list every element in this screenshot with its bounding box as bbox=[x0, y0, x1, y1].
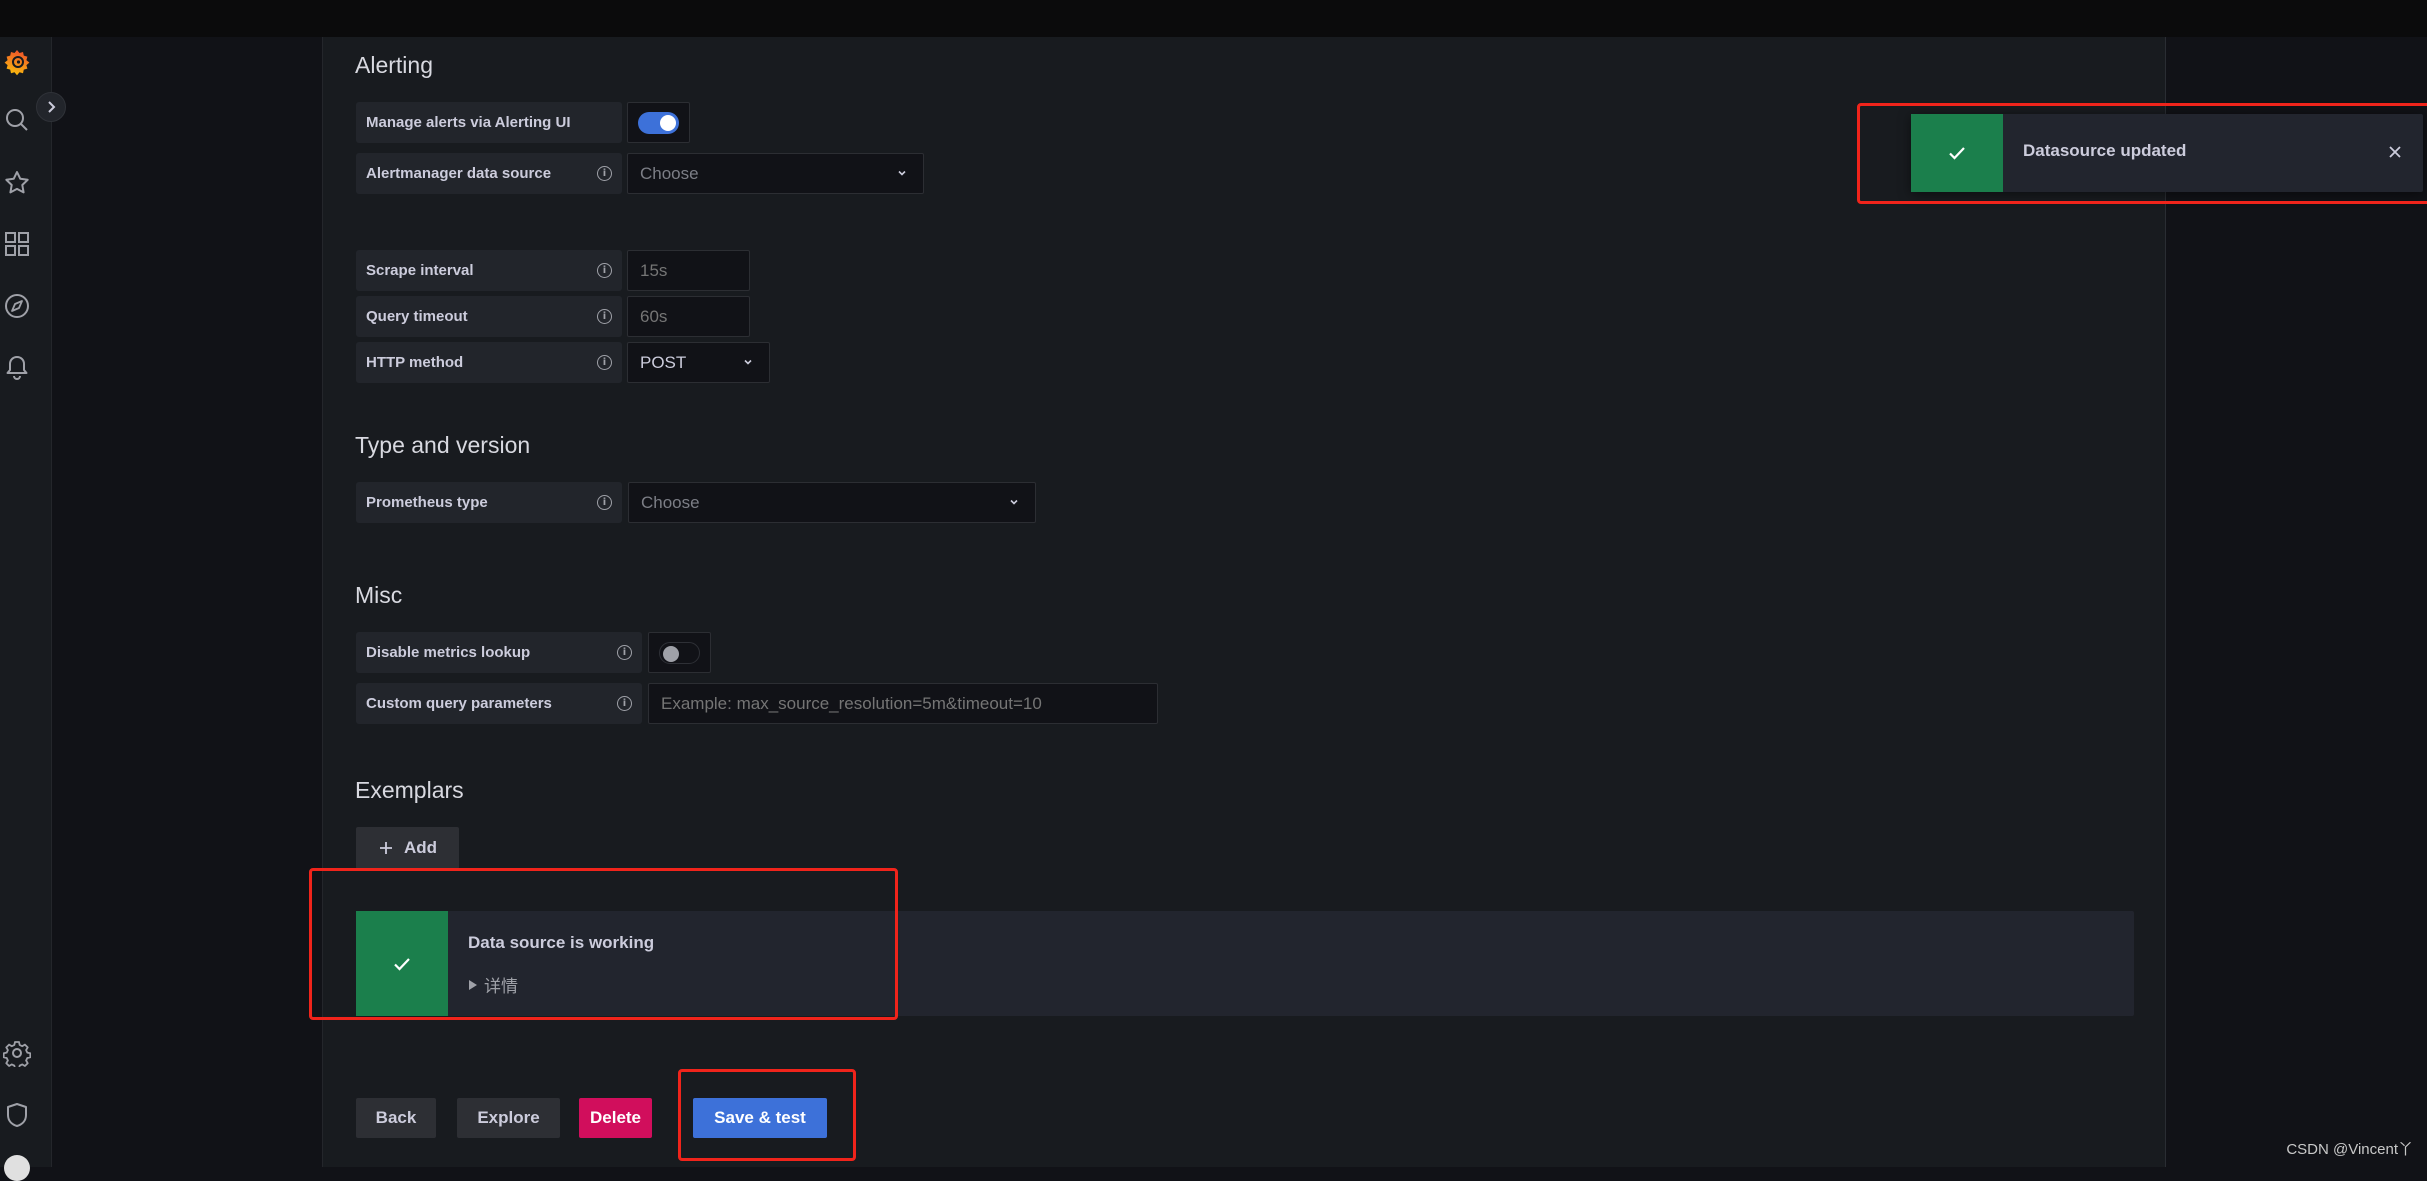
http-method-select[interactable]: POST bbox=[627, 342, 770, 383]
info-icon[interactable]: i bbox=[617, 696, 632, 711]
test-result-details-toggle[interactable]: 详情 bbox=[468, 972, 518, 997]
add-label: Add bbox=[404, 838, 437, 858]
info-icon[interactable]: i bbox=[597, 309, 612, 324]
watermark: CSDN @Vincent丫 bbox=[2286, 1138, 2413, 1159]
manage-alerts-label: Manage alerts via Alerting UI bbox=[356, 102, 622, 143]
http-method-value: POST bbox=[640, 353, 686, 373]
dashboards-icon[interactable] bbox=[2, 229, 32, 259]
alertmanager-label-text: Alertmanager data source bbox=[366, 165, 551, 182]
star-icon[interactable] bbox=[2, 168, 32, 198]
save-and-test-button[interactable]: Save & test bbox=[693, 1098, 827, 1138]
prometheus-type-label: Prometheus type i bbox=[356, 482, 622, 523]
info-icon[interactable]: i bbox=[597, 263, 612, 278]
toggle-knob bbox=[660, 115, 676, 131]
chevron-down-icon bbox=[895, 166, 909, 180]
add-exemplar-button[interactable]: Add bbox=[356, 827, 459, 869]
custom-query-parameters-label: Custom query parameters i bbox=[356, 683, 642, 724]
http-method-label: HTTP method i bbox=[356, 342, 622, 383]
alertmanager-datasource-label: Alertmanager data source i bbox=[356, 153, 622, 194]
check-icon bbox=[1946, 142, 1968, 164]
query-timeout-input[interactable] bbox=[627, 296, 750, 337]
info-icon[interactable]: i bbox=[597, 166, 612, 181]
select-placeholder: Choose bbox=[641, 493, 700, 513]
grafana-logo-icon[interactable] bbox=[2, 47, 32, 77]
test-result-alert: Data source is working 详情 bbox=[356, 911, 2134, 1016]
user-avatar[interactable] bbox=[4, 1155, 30, 1181]
alerting-heading: Alerting bbox=[355, 52, 433, 79]
toggle-switch-on[interactable] bbox=[638, 112, 679, 134]
explore-compass-icon[interactable] bbox=[2, 291, 32, 321]
chevron-right-icon bbox=[44, 100, 58, 114]
sidebar-expand-button[interactable] bbox=[36, 92, 66, 122]
close-icon bbox=[2387, 144, 2403, 160]
search-icon[interactable] bbox=[2, 105, 32, 135]
toast-notification: Datasource updated bbox=[1911, 114, 2423, 192]
details-label: 详情 bbox=[484, 972, 518, 997]
test-result-title: Data source is working bbox=[468, 933, 654, 953]
disable-metrics-lookup-label: Disable metrics lookup i bbox=[356, 632, 642, 673]
toggle-switch-off[interactable] bbox=[659, 642, 700, 664]
browser-top-bar bbox=[0, 0, 2427, 37]
http-method-label-text: HTTP method bbox=[366, 354, 463, 371]
toggle-knob bbox=[663, 646, 679, 662]
scrape-interval-input[interactable] bbox=[627, 250, 750, 291]
manage-alerts-toggle[interactable] bbox=[627, 102, 690, 143]
shield-icon[interactable] bbox=[2, 1100, 32, 1130]
sidebar bbox=[0, 37, 52, 1167]
type-version-heading: Type and version bbox=[355, 432, 530, 459]
disable-metrics-lookup-toggle[interactable] bbox=[648, 632, 711, 673]
toast-success-block bbox=[1911, 114, 2003, 192]
custom-query-label-text: Custom query parameters bbox=[366, 695, 552, 712]
prometheus-type-select[interactable]: Choose bbox=[628, 482, 1036, 523]
custom-query-parameters-input[interactable] bbox=[648, 683, 1158, 724]
plus-icon bbox=[378, 840, 394, 856]
toast-message: Datasource updated bbox=[2023, 141, 2186, 161]
manage-alerts-label-text: Manage alerts via Alerting UI bbox=[366, 114, 571, 131]
chevron-down-icon bbox=[1007, 495, 1021, 509]
chevron-down-icon bbox=[741, 355, 755, 369]
info-icon[interactable]: i bbox=[597, 495, 612, 510]
explore-button[interactable]: Explore bbox=[457, 1098, 560, 1138]
query-timeout-label-text: Query timeout bbox=[366, 308, 468, 325]
check-icon bbox=[391, 953, 413, 975]
alertmanager-datasource-select[interactable]: Choose bbox=[627, 153, 924, 194]
exemplars-heading: Exemplars bbox=[355, 777, 464, 804]
triangle-right-icon bbox=[468, 979, 478, 991]
success-status-block bbox=[356, 911, 448, 1016]
query-timeout-label: Query timeout i bbox=[356, 296, 622, 337]
delete-button[interactable]: Delete bbox=[579, 1098, 652, 1138]
scrape-interval-label-text: Scrape interval bbox=[366, 262, 474, 279]
back-button[interactable]: Back bbox=[356, 1098, 436, 1138]
gear-icon[interactable] bbox=[2, 1038, 32, 1068]
toast-close-button[interactable] bbox=[2383, 140, 2407, 164]
disable-metrics-label-text: Disable metrics lookup bbox=[366, 644, 530, 661]
bell-icon[interactable] bbox=[2, 353, 32, 383]
prometheus-type-label-text: Prometheus type bbox=[366, 494, 488, 511]
scrape-interval-label: Scrape interval i bbox=[356, 250, 622, 291]
info-icon[interactable]: i bbox=[617, 645, 632, 660]
select-placeholder: Choose bbox=[640, 164, 699, 184]
info-icon[interactable]: i bbox=[597, 355, 612, 370]
misc-heading: Misc bbox=[355, 582, 402, 609]
